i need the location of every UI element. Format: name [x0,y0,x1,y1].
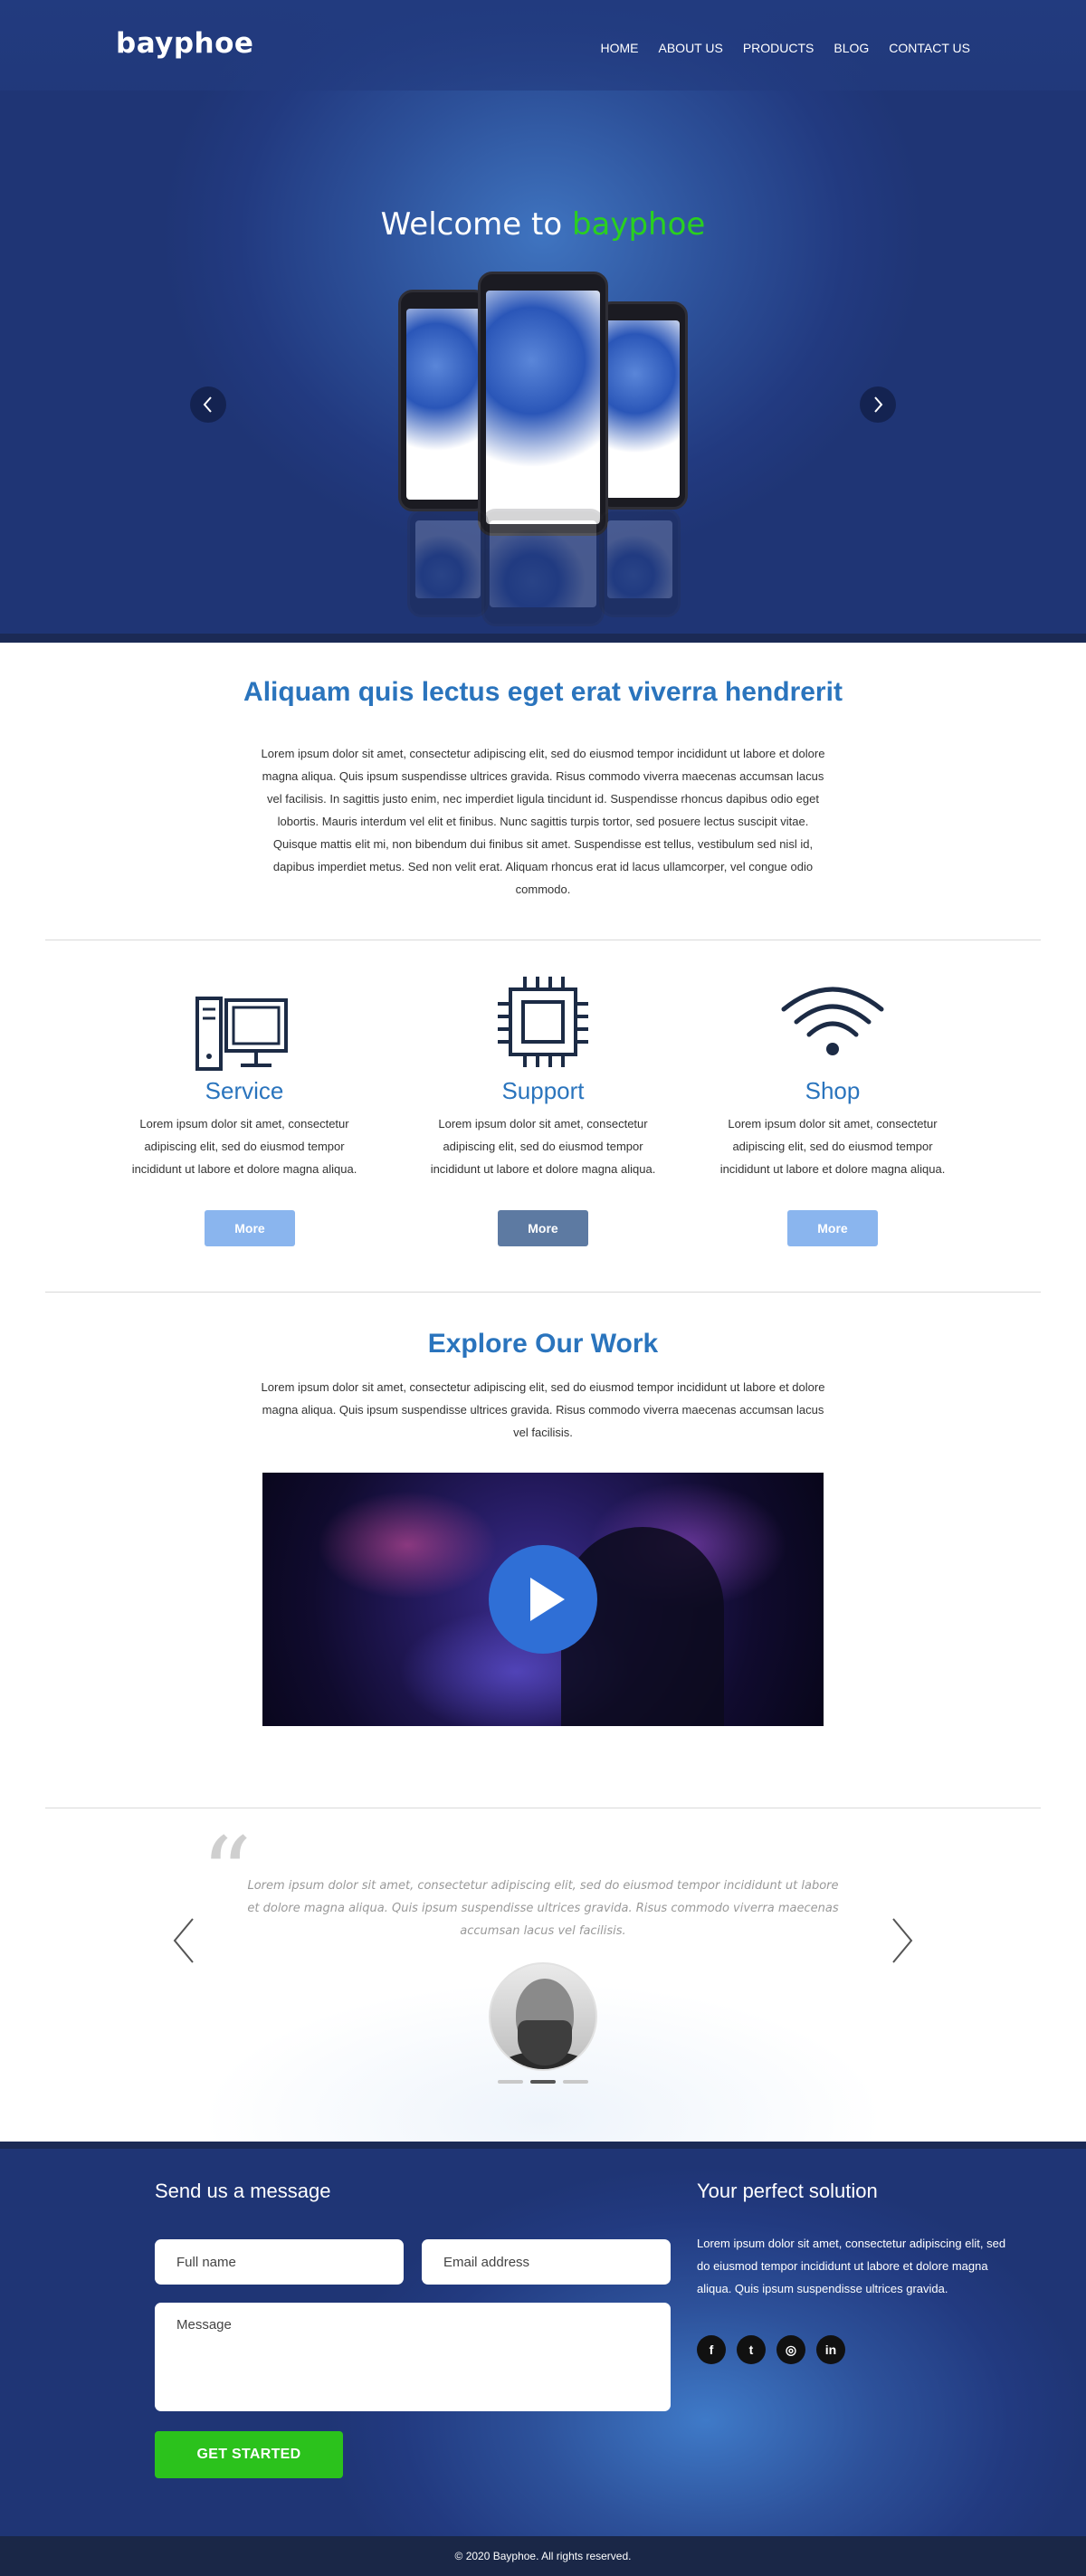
wifi-icon [781,987,884,1055]
phone-reflection [407,509,489,617]
carousel-dots [0,2080,1086,2084]
phone-reflection [481,509,605,626]
feature-support: Support Lorem ipsum dolor sit amet, cons… [416,973,670,1180]
carousel-dot-active[interactable] [530,2080,556,2084]
phone-center [478,272,608,536]
explore-text: Lorem ipsum dolor sit amet, consectetur … [261,1380,825,1439]
footer: © 2020 Bayphoe. All rights reserved. [0,2536,1086,2576]
message-field[interactable] [155,2303,671,2411]
phone-right [597,301,688,510]
instagram-icon[interactable]: ◎ [776,2335,805,2364]
chevron-right-icon[interactable] [891,1917,914,1971]
hero-divider [0,634,1086,643]
solution-text: Lorem ipsum dolor sit amet, consectetur … [697,2237,1006,2295]
linkedin-icon[interactable]: in [816,2335,845,2364]
hero-section: bayphoe HOME ABOUT US PRODUCTS BLOG CONT… [0,0,1086,634]
feature-title: Shop [805,1077,861,1104]
twitter-icon[interactable]: t [737,2335,766,2364]
logo[interactable]: bayphoe [116,27,253,60]
feature-description: Lorem ipsum dolor sit amet, consectetur … [131,1117,357,1176]
shop-more-button[interactable]: More [787,1210,878,1246]
social-links: f t ◎ in [697,2335,845,2364]
chevron-left-icon[interactable] [172,1917,195,1971]
full-name-field[interactable] [155,2239,404,2285]
section-divider [45,1292,1041,1293]
feature-description: Lorem ipsum dolor sit amet, consectetur … [719,1117,946,1176]
feature-title: Support [501,1077,585,1104]
carousel-dot[interactable] [498,2080,523,2084]
hero-title-accent: bayphoe [571,206,706,243]
phone-reflection [599,509,681,617]
support-more-button[interactable]: More [498,1210,588,1246]
contact-divider [0,2142,1086,2149]
copyright-text: © 2020 Bayphoe. All rights reserved. [454,2550,632,2562]
email-field[interactable] [422,2239,671,2285]
intro-text: Lorem ipsum dolor sit amet, consectetur … [261,747,825,896]
intro-title: Aliquam quis lectus eget erat viverra he… [243,677,843,707]
hero-title: Welcome to bayphoe [0,206,1086,243]
play-icon[interactable] [489,1545,597,1654]
avatar [489,1962,597,2071]
nav-about-us[interactable]: ABOUT US [659,41,723,55]
get-started-button[interactable]: GET STARTED [155,2431,343,2478]
nav-home[interactable]: HOME [601,41,639,55]
carousel-dot[interactable] [563,2080,588,2084]
service-more-button[interactable]: More [205,1210,295,1246]
phones-image [398,272,688,634]
nav-products[interactable]: PRODUCTS [743,41,814,55]
feature-title: Service [205,1077,284,1104]
chevron-right-icon[interactable] [860,386,896,423]
chip-icon [498,977,588,1067]
video-player[interactable] [262,1473,824,1726]
phone-left [398,290,489,511]
main-nav: HOME ABOUT US PRODUCTS BLOG CONTACT US [601,41,971,55]
nav-contact-us[interactable]: CONTACT US [889,41,970,55]
feature-description: Lorem ipsum dolor sit amet, consectetur … [430,1117,656,1176]
computer-icon [195,997,288,1071]
hero-title-prefix: Welcome to [380,206,572,243]
testimonial-quote: Lorem ipsum dolor sit amet, consectetur … [247,1879,839,1938]
contact-title: Send us a message [155,2180,331,2202]
feature-shop: Shop Lorem ipsum dolor sit amet, consect… [706,973,959,1180]
chevron-left-icon[interactable] [190,386,226,423]
explore-title: Explore Our Work [427,1329,659,1359]
nav-blog[interactable]: BLOG [834,41,869,55]
feature-service: Service Lorem ipsum dolor sit amet, cons… [118,973,371,1180]
solution-title: Your perfect solution [697,2180,878,2202]
facebook-icon[interactable]: f [697,2335,726,2364]
